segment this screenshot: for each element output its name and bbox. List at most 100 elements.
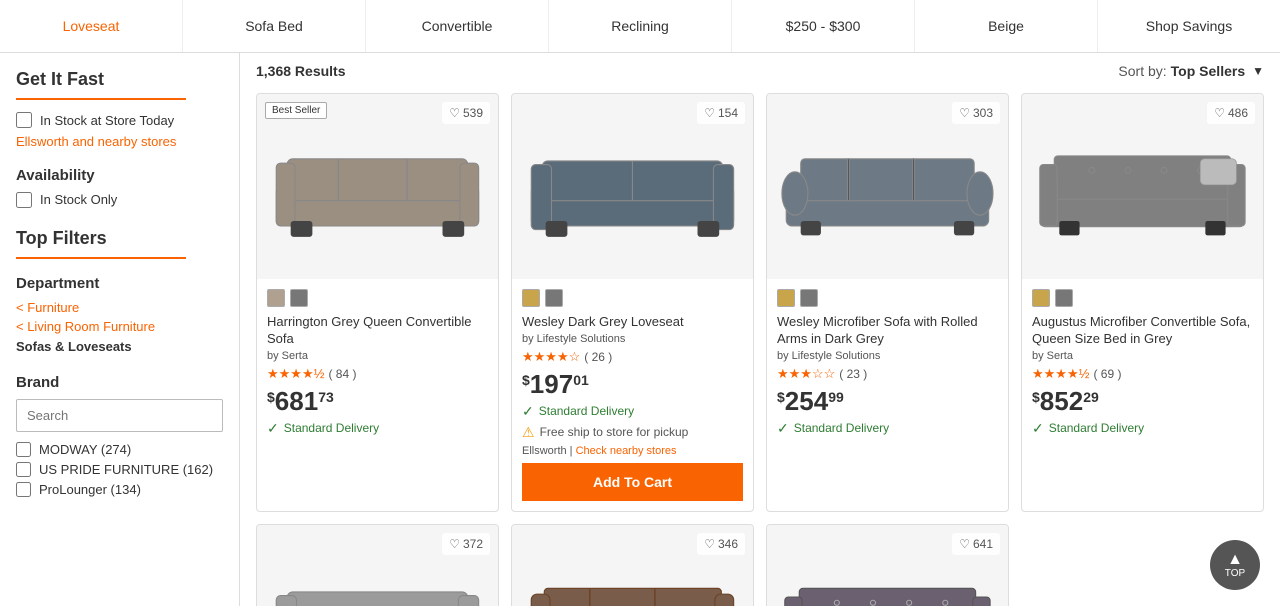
swatch-1[interactable] bbox=[290, 289, 308, 307]
wishlist-button-1[interactable]: ♡ 539 bbox=[442, 102, 490, 124]
price-cents-2: 01 bbox=[573, 373, 589, 387]
product-card-3[interactable]: ♡ 303 Wesley Microfiber Sofa with Rolled… bbox=[766, 93, 1009, 512]
wishlist-button-4[interactable]: ♡ 486 bbox=[1207, 102, 1255, 124]
swatch-1[interactable] bbox=[1055, 289, 1073, 307]
product-card-6[interactable]: ♡ 346 bbox=[511, 524, 754, 606]
swatch-0[interactable] bbox=[777, 289, 795, 307]
color-swatches-3 bbox=[777, 289, 998, 307]
nav-item-convertible[interactable]: Convertible bbox=[366, 0, 549, 52]
swatch-0[interactable] bbox=[522, 289, 540, 307]
stars-row-4: ★★★★½ ( 69 ) bbox=[1032, 366, 1253, 382]
product-info-4: Augustus Microfiber Convertible Sofa, Qu… bbox=[1022, 279, 1263, 451]
department-section: Department < Furniture < Living Room Fur… bbox=[16, 275, 223, 354]
in-stock-only-checkbox[interactable] bbox=[16, 192, 32, 208]
store-link[interactable]: Ellsworth and nearby stores bbox=[16, 134, 223, 151]
back-to-top-button[interactable]: ▲ TOP bbox=[1210, 540, 1260, 590]
heart-count: 641 bbox=[973, 537, 993, 551]
in-stock-option: In Stock at Store Today bbox=[16, 112, 223, 128]
product-card-5[interactable]: ♡ 372 bbox=[256, 524, 499, 606]
brand-search-input[interactable] bbox=[16, 399, 223, 432]
swatch-0[interactable] bbox=[1032, 289, 1050, 307]
swatch-1[interactable] bbox=[800, 289, 818, 307]
nav-item-shop-savings[interactable]: Shop Savings bbox=[1098, 0, 1280, 52]
dept-link-living-room[interactable]: < Living Room Furniture bbox=[16, 319, 223, 334]
in-stock-only-option: In Stock Only bbox=[16, 192, 223, 208]
price-dollar-1: $ bbox=[267, 390, 275, 404]
review-count-3: ( 23 ) bbox=[839, 367, 867, 381]
delivery-row-4: ✓ Standard Delivery bbox=[1032, 420, 1253, 437]
sort-by[interactable]: Sort by: Top Sellers ▼ bbox=[1118, 63, 1264, 79]
brand-uspride-checkbox[interactable] bbox=[16, 462, 31, 477]
results-count: 1,368 Results bbox=[256, 63, 346, 79]
brand-modway-label: MODWAY (274) bbox=[39, 442, 131, 457]
sort-by-value: Top Sellers bbox=[1171, 63, 1245, 79]
in-stock-only-label: In Stock Only bbox=[40, 192, 117, 207]
heart-icon: ♡ bbox=[959, 106, 970, 120]
delivery-row-2: ✓ Standard Delivery bbox=[522, 403, 743, 420]
delivery-text-3: Standard Delivery bbox=[794, 421, 889, 435]
stars-row-1: ★★★★½ ( 84 ) bbox=[267, 366, 488, 382]
swatch-0[interactable] bbox=[267, 289, 285, 307]
heart-count: 346 bbox=[718, 537, 738, 551]
wishlist-button-7[interactable]: ♡ 641 bbox=[952, 533, 1000, 555]
delivery-text-1: Standard Delivery bbox=[284, 421, 379, 435]
add-to-cart-button-2[interactable]: Add To Cart bbox=[522, 463, 743, 501]
ship-to-store-row-2: ⚠ Free ship to store for pickup bbox=[522, 424, 743, 441]
price-row-2: $ 197 01 bbox=[522, 371, 743, 397]
brand-prolounger: ProLounger (134) bbox=[16, 482, 223, 497]
review-count-1: ( 84 ) bbox=[328, 367, 356, 381]
heart-icon: ♡ bbox=[1214, 106, 1225, 120]
nav-item-sofa-bed[interactable]: Sofa Bed bbox=[183, 0, 366, 52]
price-main-3: 254 bbox=[785, 388, 828, 414]
delivery-row-3: ✓ Standard Delivery bbox=[777, 420, 998, 437]
stars-2: ★★★★☆ bbox=[522, 349, 580, 365]
product-brand-2: by Lifestyle Solutions bbox=[522, 333, 743, 345]
get-it-fast-divider bbox=[16, 98, 186, 100]
dept-link-furniture[interactable]: < Furniture bbox=[16, 300, 223, 315]
main-container: Get It Fast In Stock at Store Today Ells… bbox=[0, 53, 1280, 606]
department-title: Department bbox=[16, 275, 223, 292]
delivery-text-4: Standard Delivery bbox=[1049, 421, 1144, 435]
brand-modway-checkbox[interactable] bbox=[16, 442, 31, 457]
brand-prolounger-label: ProLounger (134) bbox=[39, 482, 141, 497]
product-name-2: Wesley Dark Grey Loveseat bbox=[522, 314, 743, 331]
results-header: 1,368 Results Sort by: Top Sellers ▼ bbox=[256, 63, 1264, 79]
nav-item-$250---$300[interactable]: $250 - $300 bbox=[732, 0, 915, 52]
wishlist-button-2[interactable]: ♡ 154 bbox=[697, 102, 745, 124]
wishlist-button-3[interactable]: ♡ 303 bbox=[952, 102, 1000, 124]
product-card-7[interactable]: ♡ 641 bbox=[766, 524, 1009, 606]
price-dollar-2: $ bbox=[522, 373, 530, 387]
product-card-1[interactable]: Best Seller ♡ 539 Harrington Grey Queen … bbox=[256, 93, 499, 512]
top-filters-divider bbox=[16, 257, 186, 259]
price-main-4: 852 bbox=[1040, 388, 1083, 414]
brand-prolounger-checkbox[interactable] bbox=[16, 482, 31, 497]
dept-current: Sofas & Loveseats bbox=[16, 339, 132, 354]
nav-item-reclining[interactable]: Reclining bbox=[549, 0, 732, 52]
availability-title: Availability bbox=[16, 167, 223, 184]
nav-item-beige[interactable]: Beige bbox=[915, 0, 1098, 52]
brand-uspride-label: US PRIDE FURNITURE (162) bbox=[39, 462, 213, 477]
heart-icon: ♡ bbox=[449, 537, 460, 551]
nav-item-loveseat[interactable]: Loveseat bbox=[0, 0, 183, 52]
sidebar: Get It Fast In Stock at Store Today Ells… bbox=[0, 53, 240, 606]
chevron-down-icon: ▼ bbox=[1252, 64, 1264, 78]
heart-count: 486 bbox=[1228, 106, 1248, 120]
brand-title: Brand bbox=[16, 374, 223, 391]
product-info-2: Wesley Dark Grey Loveseat by Lifestyle So… bbox=[512, 279, 753, 511]
warning-icon: ⚠ bbox=[522, 424, 535, 441]
color-swatches-4 bbox=[1032, 289, 1253, 307]
heart-icon: ♡ bbox=[959, 537, 970, 551]
wishlist-button-6[interactable]: ♡ 346 bbox=[697, 533, 745, 555]
check-nearby-link-2[interactable]: Check nearby stores bbox=[576, 445, 677, 457]
product-card-2[interactable]: ♡ 154 Wesley Dark Grey Loveseat by Lifest… bbox=[511, 93, 754, 512]
product-card-4[interactable]: ♡ 486 Augustus Microfiber Convertible So… bbox=[1021, 93, 1264, 512]
price-dollar-3: $ bbox=[777, 390, 785, 404]
content-area: 1,368 Results Sort by: Top Sellers ▼ Bes… bbox=[240, 53, 1280, 606]
color-swatches-2 bbox=[522, 289, 743, 307]
price-row-4: $ 852 29 bbox=[1032, 388, 1253, 414]
brand-modway: MODWAY (274) bbox=[16, 442, 223, 457]
in-stock-label: In Stock at Store Today bbox=[40, 113, 174, 128]
swatch-1[interactable] bbox=[545, 289, 563, 307]
in-stock-checkbox[interactable] bbox=[16, 112, 32, 128]
wishlist-button-5[interactable]: ♡ 372 bbox=[442, 533, 490, 555]
